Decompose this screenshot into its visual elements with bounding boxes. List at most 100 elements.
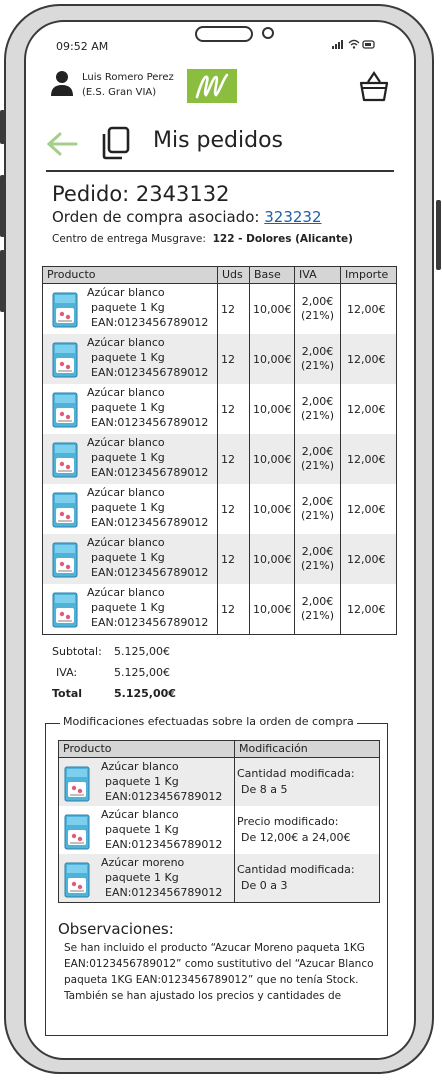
table-header: Producto Uds Base IVA Importe — [43, 267, 396, 284]
product-cell: Azúcar blanco paquete 1 Kg EAN:01234567890… — [43, 434, 218, 484]
table-row[interactable]: Azúcar blanco paquete 1 Kg EAN:01234567890… — [43, 434, 396, 484]
total-label: Total — [52, 687, 83, 700]
iva-amount: 2,00€ — [301, 495, 334, 508]
importe-cell: 12,00€ — [347, 402, 386, 416]
product-name-line2: paquete 1 Kg — [105, 823, 179, 836]
page-title: Mis pedidos — [153, 128, 284, 153]
product-ean: EAN:0123456789012 — [105, 886, 223, 899]
base-cell: 10,00€ — [250, 584, 295, 634]
product-name: Azúcar blanco paquete 1 Kg EAN:01234567890… — [101, 807, 222, 852]
iva-percent: (21%) — [300, 609, 335, 622]
product-name-line2: paquete 1 Kg — [91, 401, 165, 414]
product-name-line2: paquete 1 Kg — [105, 775, 179, 788]
sugar-package-icon — [52, 292, 78, 328]
iva-cell: 2,00€ (21%) — [295, 334, 341, 384]
table-row[interactable]: Azúcar blanco paquete 1 Kg EAN:01234567890… — [43, 484, 396, 534]
product-name: Azúcar blanco paquete 1 Kg EAN:01234567890… — [101, 759, 222, 804]
po-number-link[interactable]: 323232 — [264, 208, 321, 226]
product-ean: EAN:0123456789012 — [91, 516, 209, 529]
basket-icon[interactable] — [358, 70, 390, 104]
iva-percent: (21%) — [300, 359, 335, 372]
col-header-producto: Producto — [43, 267, 218, 283]
product-name-line2: paquete 1 Kg — [91, 301, 165, 314]
product-name-line2: paquete 1 Kg — [91, 501, 165, 514]
table-body: Azúcar blanco paquete 1 Kg EAN:01234567890… — [43, 284, 396, 634]
table-row[interactable]: Azúcar blanco paquete 1 Kg EAN:01234567890… — [43, 384, 396, 434]
col-header-modificacion: Modificación — [239, 742, 308, 755]
table-row[interactable]: Azúcar blanco paquete 1 Kg EAN:01234567890… — [59, 806, 379, 854]
product-name-line1: Azúcar moreno — [101, 856, 185, 869]
phone-side-button — [0, 110, 5, 144]
product-name-line2: paquete 1 Kg — [91, 601, 165, 614]
subtotal-value: 5.125,00€ — [114, 645, 170, 658]
iva-percent: (21%) — [300, 559, 335, 572]
delivery-center: Centro de entrega Musgrave: 122 - Dolore… — [52, 233, 353, 245]
base-cell: 10,00€ — [250, 484, 295, 534]
back-arrow-icon[interactable] — [46, 128, 78, 160]
phone-camera — [262, 27, 274, 39]
user-avatar-icon[interactable] — [50, 70, 74, 98]
product-name: Azúcar blanco paquete 1 Kg EAN:01234567890… — [87, 285, 208, 330]
product-name: Azúcar moreno paquete 1 Kg EAN:01234567890… — [101, 855, 222, 900]
product-cell: Azúcar blanco paquete 1 Kg EAN:01234567890… — [43, 584, 218, 634]
product-name-line1: Azúcar blanco — [101, 808, 179, 821]
iva-cell: 2,00€ (21%) — [295, 434, 341, 484]
iva-cell: 2,00€ (21%) — [295, 484, 341, 534]
table-row[interactable]: Azúcar moreno paquete 1 Kg EAN:01234567890… — [59, 854, 379, 902]
table-row[interactable]: Azúcar blanco paquete 1 Kg EAN:01234567890… — [43, 534, 396, 584]
product-cell: Azúcar blanco paquete 1 Kg EAN:01234567890… — [43, 534, 218, 584]
order-title: Pedido: 2343132 — [52, 182, 230, 206]
iva-percent: (21%) — [300, 459, 335, 472]
product-name: Azúcar blanco paquete 1 Kg EAN:01234567890… — [87, 535, 208, 580]
product-name-line2: paquete 1 Kg — [91, 451, 165, 464]
user-name: Luis Romero Perez — [82, 72, 174, 83]
sugar-package-icon — [52, 542, 78, 578]
iva-percent: (21%) — [300, 409, 335, 422]
product-ean: EAN:0123456789012 — [91, 416, 209, 429]
sugar-package-icon — [52, 392, 78, 428]
total-value: 5.125,00€ — [114, 687, 176, 700]
units-cell: 12 — [218, 334, 250, 384]
iva-cell: 2,00€ (21%) — [295, 384, 341, 434]
table-row[interactable]: Azúcar blanco paquete 1 Kg EAN:01234567890… — [43, 584, 396, 634]
iva-percent: (21%) — [300, 509, 335, 522]
iva-amount: 2,00€ — [301, 595, 334, 608]
iva-amount: 2,00€ — [301, 445, 334, 458]
product-name-line2: paquete 1 Kg — [91, 351, 165, 364]
units-cell: 12 — [218, 384, 250, 434]
base-cell: 10,00€ — [250, 384, 295, 434]
units-cell: 12 — [218, 484, 250, 534]
delivery-label: Centro de entrega Musgrave: — [52, 233, 206, 245]
brand-logo — [187, 69, 237, 103]
product-ean: EAN:0123456789012 — [105, 790, 223, 803]
product-name-line1: Azúcar blanco — [87, 386, 165, 399]
col-header-importe: Importe — [345, 268, 389, 281]
signal-wifi-battery-icon — [332, 39, 375, 49]
table-row[interactable]: Azúcar blanco paquete 1 Kg EAN:01234567890… — [59, 758, 379, 806]
product-ean: EAN:0123456789012 — [91, 616, 209, 629]
phone-power-button — [436, 200, 441, 270]
product-name-line2: paquete 1 Kg — [105, 871, 179, 884]
importe-cell: 12,00€ — [347, 302, 386, 316]
modifications-table: Producto Modificación Azúcar blanco paque… — [58, 740, 380, 903]
iva-value: 5.125,00€ — [114, 666, 170, 679]
product-cell: Azúcar moreno paquete 1 Kg EAN:01234567890… — [59, 854, 235, 902]
po-label: Orden de compra asociado: — [52, 208, 265, 226]
table-row[interactable]: Azúcar blanco paquete 1 Kg EAN:01234567890… — [43, 334, 396, 384]
table-header: Producto Modificación — [59, 741, 379, 758]
purchase-order-line: Orden de compra asociado: 323232 — [52, 208, 322, 226]
product-cell: Azúcar blanco paquete 1 Kg EAN:01234567890… — [43, 484, 218, 534]
base-cell: 10,00€ — [250, 334, 295, 384]
status-time: 09:52 AM — [56, 40, 109, 53]
product-ean: EAN:0123456789012 — [105, 838, 223, 851]
sugar-package-icon — [52, 442, 78, 478]
importe-cell: 12,00€ — [347, 602, 386, 616]
table-row[interactable]: Azúcar blanco paquete 1 Kg EAN:01234567890… — [43, 284, 396, 334]
user-store: (E.S. Gran VIA) — [82, 87, 157, 98]
product-name-line1: Azúcar blanco — [87, 586, 165, 599]
product-cell: Azúcar blanco paquete 1 Kg EAN:01234567890… — [43, 284, 218, 334]
table-body: Azúcar blanco paquete 1 Kg EAN:01234567890… — [59, 758, 379, 902]
iva-cell: 2,00€ (21%) — [295, 284, 341, 334]
iva-amount: 2,00€ — [301, 545, 334, 558]
importe-cell: 12,00€ — [347, 502, 386, 516]
